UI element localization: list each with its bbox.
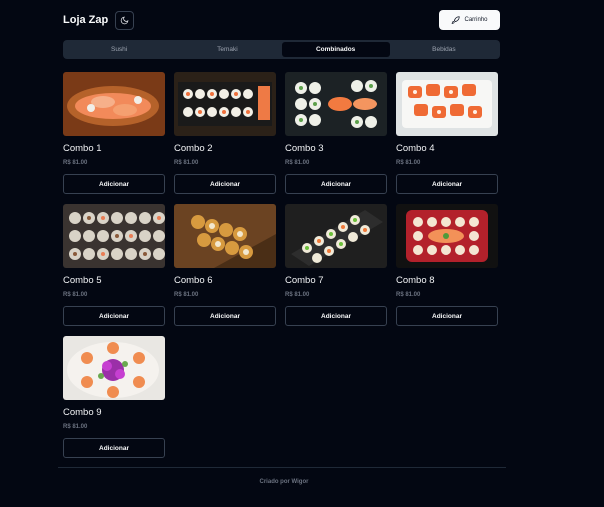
product-price: R$ 81.00 — [285, 292, 310, 298]
add-to-cart-button[interactable]: Adicionar — [63, 438, 165, 458]
product-name: Combo 8 — [396, 275, 435, 286]
product-image[interactable] — [174, 204, 276, 268]
product-card: Combo 3 R$ 81.00 Adicionar — [285, 72, 387, 204]
product-name: Combo 7 — [285, 275, 324, 286]
theme-toggle-button[interactable] — [115, 10, 135, 30]
add-to-cart-button[interactable]: Adicionar — [396, 174, 498, 194]
store-title: Loja Zap — [63, 14, 109, 26]
product-price: R$ 81.00 — [174, 292, 199, 298]
add-to-cart-button[interactable]: Adicionar — [396, 306, 498, 326]
product-name: Combo 6 — [174, 275, 213, 286]
product-name: Combo 3 — [285, 143, 324, 154]
product-price: R$ 81.00 — [396, 160, 421, 166]
product-name: Combo 2 — [174, 143, 213, 154]
footer-divider — [58, 467, 506, 468]
product-image[interactable] — [396, 72, 498, 136]
product-price: R$ 81.00 — [396, 292, 421, 298]
product-name: Combo 5 — [63, 275, 102, 286]
product-image[interactable] — [285, 204, 387, 268]
product-grid: Combo 1 R$ 81.00 Adicionar Combo 2 R$ 81… — [63, 72, 500, 468]
product-price: R$ 81.00 — [63, 424, 88, 430]
cart-button[interactable]: Carrinho — [439, 10, 500, 30]
add-to-cart-button[interactable]: Adicionar — [285, 174, 387, 194]
product-price: R$ 81.00 — [174, 160, 199, 166]
product-name: Combo 4 — [396, 143, 435, 154]
header: Loja Zap Carrinho — [63, 10, 500, 30]
product-image[interactable] — [63, 72, 165, 136]
brand: Loja Zap — [63, 10, 135, 30]
product-card: Combo 1 R$ 81.00 Adicionar — [63, 72, 165, 204]
product-image[interactable] — [63, 204, 165, 268]
product-card: Combo 6 R$ 81.00 Adicionar — [174, 204, 276, 336]
product-image[interactable] — [396, 204, 498, 268]
product-card: Combo 2 R$ 81.00 Adicionar — [174, 72, 276, 204]
product-image[interactable] — [285, 72, 387, 136]
page: Loja Zap Carrinho Sushi Temaki Combinado… — [0, 0, 604, 507]
moon-icon — [121, 16, 129, 24]
product-card: Combo 7 R$ 81.00 Adicionar — [285, 204, 387, 336]
product-name: Combo 9 — [63, 407, 102, 418]
add-to-cart-button[interactable]: Adicionar — [285, 306, 387, 326]
tab-sushi[interactable]: Sushi — [65, 42, 173, 57]
product-price: R$ 81.00 — [285, 160, 310, 166]
category-tabs: Sushi Temaki Combinados Bebidas — [63, 40, 500, 59]
product-name: Combo 1 — [63, 143, 102, 154]
cart-label: Carrinho — [464, 17, 488, 23]
product-image[interactable] — [174, 72, 276, 136]
add-to-cart-button[interactable]: Adicionar — [63, 306, 165, 326]
product-card: Combo 9 R$ 81.00 Adicionar — [63, 336, 165, 468]
add-to-cart-button[interactable]: Adicionar — [174, 306, 276, 326]
add-to-cart-button[interactable]: Adicionar — [174, 174, 276, 194]
product-card: Combo 4 R$ 81.00 Adicionar — [396, 72, 498, 204]
tab-temaki[interactable]: Temaki — [173, 42, 281, 57]
footer-credit: Criado por Wigor — [259, 479, 309, 485]
product-card: Combo 8 R$ 81.00 Adicionar — [396, 204, 498, 336]
rocket-icon — [452, 15, 461, 24]
product-card: Combo 5 R$ 81.00 Adicionar — [63, 204, 165, 336]
product-price: R$ 81.00 — [63, 292, 88, 298]
tab-bebidas[interactable]: Bebidas — [390, 42, 498, 57]
tab-combinados[interactable]: Combinados — [281, 42, 390, 57]
add-to-cart-button[interactable]: Adicionar — [63, 174, 165, 194]
product-image[interactable] — [63, 336, 165, 400]
product-price: R$ 81.00 — [63, 160, 88, 166]
